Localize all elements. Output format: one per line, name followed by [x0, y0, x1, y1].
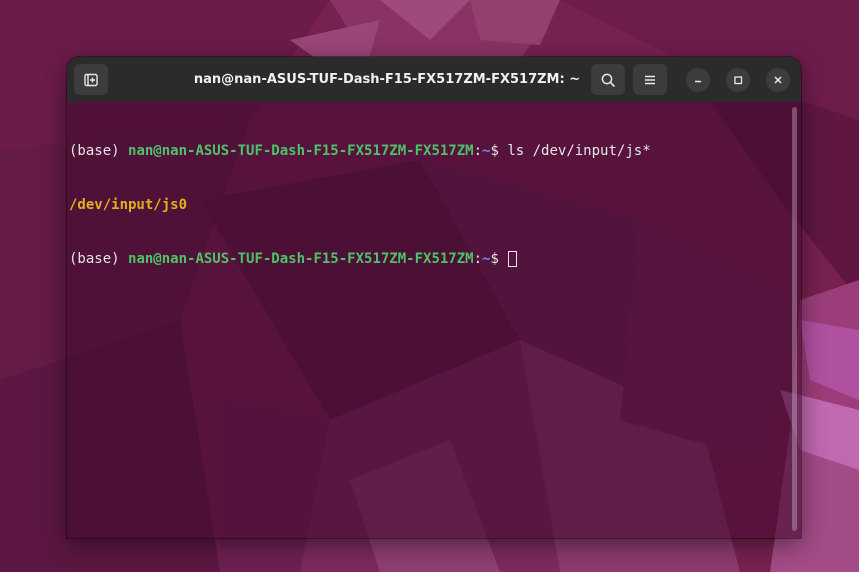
terminal-line: (base) nan@nan-ASUS-TUF-Dash-F15-FX517ZM…: [69, 142, 651, 160]
prompt-symbol: $: [490, 251, 508, 267]
terminal-line: /dev/input/js0: [69, 196, 651, 214]
title-bar: nan@nan-ASUS-TUF-Dash-F15-FX517ZM-FX517Z…: [67, 57, 801, 102]
terminal-line: (base) nan@nan-ASUS-TUF-Dash-F15-FX517ZM…: [69, 250, 651, 268]
prompt-colon: :: [473, 251, 483, 267]
terminal-output-area[interactable]: (base) nan@nan-ASUS-TUF-Dash-F15-FX517ZM…: [67, 102, 801, 538]
minimize-button[interactable]: [686, 68, 710, 92]
window-title: nan@nan-ASUS-TUF-Dash-F15-FX517ZM-FX517Z…: [193, 72, 581, 87]
maximize-icon: [734, 76, 743, 85]
prompt-path: ~: [482, 143, 491, 159]
prompt-symbol: $: [490, 143, 508, 159]
prompt-user-host: nan@nan-ASUS-TUF-Dash-F15-FX517ZM-FX517Z…: [128, 143, 474, 159]
new-tab-icon: [84, 73, 98, 86]
search-icon: [601, 73, 615, 87]
maximize-button[interactable]: [726, 68, 750, 92]
minimize-icon: [695, 80, 701, 83]
new-tab-button[interactable]: [74, 64, 108, 95]
close-button[interactable]: [766, 68, 790, 92]
terminal-text: (base) nan@nan-ASUS-TUF-Dash-F15-FX517ZM…: [69, 106, 651, 304]
prompt-user-host: nan@nan-ASUS-TUF-Dash-F15-FX517ZM-FX517Z…: [128, 251, 474, 267]
command-text: ls /dev/input/js*: [507, 143, 651, 159]
scrollbar[interactable]: [792, 107, 797, 531]
menu-button[interactable]: [633, 64, 667, 95]
prompt-colon: :: [473, 143, 483, 159]
terminal-window: nan@nan-ASUS-TUF-Dash-F15-FX517ZM-FX517Z…: [67, 57, 801, 538]
command-output: /dev/input/js0: [69, 197, 188, 213]
conda-env: (base): [69, 143, 129, 159]
hamburger-menu-icon: [645, 75, 655, 84]
text-cursor: [508, 251, 518, 267]
search-button[interactable]: [591, 64, 625, 95]
close-icon: [774, 76, 782, 84]
prompt-path: ~: [482, 251, 491, 267]
conda-env: (base): [69, 251, 129, 267]
